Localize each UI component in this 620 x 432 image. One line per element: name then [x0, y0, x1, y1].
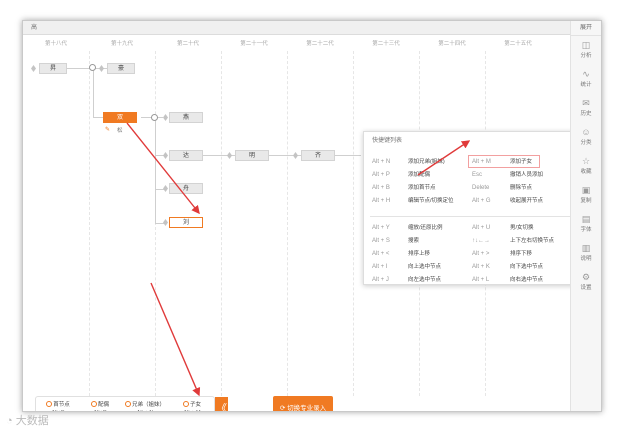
annotation-arrows [126, 122, 471, 397]
sidebar-item-label: 复制 [580, 198, 592, 204]
doc-icon: ▥ [581, 243, 591, 253]
sidebar-item-label: 历史 [580, 111, 592, 117]
image-icon: ▣ [581, 185, 591, 195]
watermark-text: 大数据 [15, 415, 49, 427]
table-icon: ▤ [581, 214, 591, 224]
chart-icon: ◫ [581, 40, 591, 50]
sidebar-item[interactable]: ✉ 历史 [571, 94, 601, 123]
sidebar-item-label: 分类 [580, 140, 592, 146]
sidebar-item-label: 分析 [580, 53, 592, 59]
star-icon: ☆ [581, 156, 591, 166]
window-title: 高 [31, 25, 38, 31]
sidebar-item[interactable]: ☺ 分类 [571, 123, 601, 152]
arrow-to-shortcut [417, 140, 471, 176]
person-icon: ☺ [581, 127, 591, 137]
sidebar-item[interactable]: ▥ 说明 [571, 239, 601, 268]
sidebar-item[interactable]: ☆ 收藏 [571, 152, 601, 181]
mail-icon: ✉ [582, 98, 590, 108]
gear-icon: ⚙ [581, 272, 591, 282]
sidebar-item[interactable]: ∿ 统计 [571, 65, 601, 94]
editor-window: 高 第十八代 第十九代 第二十代 第二十一代 第二十二代 第二十三代 第二十四代… [22, 20, 602, 412]
sidebar-item[interactable]: ◫ 分析 [571, 36, 601, 65]
sidebar-item-label: 统计 [580, 82, 592, 88]
sidebar-item[interactable]: ▤ 字体 [571, 210, 601, 239]
tree-canvas[interactable]: 第十八代 第十九代 第二十代 第二十一代 第二十二代 第二十三代 第二十四代 第… [23, 35, 601, 411]
trend-icon: ∿ [582, 69, 590, 79]
sidebar-item-label: 收藏 [580, 169, 592, 175]
expand-sidebar-button[interactable]: 展开 [571, 21, 601, 36]
logo-icon: ◔ [6, 415, 16, 427]
sidebar-item[interactable]: ⚙ 设置 [571, 268, 601, 297]
window-titlebar: 高 [23, 21, 571, 35]
sidebar-item-label: 设置 [580, 285, 592, 291]
sidebar-item[interactable]: ▣ 复制 [571, 181, 601, 210]
sidebar-item-label: 说明 [580, 256, 592, 262]
right-sidebar: 展开 ◫ 分析 ∿ 统计 ✉ 历史 ☺ 分类 ☆ 收藏 ▣ 复制 ▤ 字体 ▥ 说明 ⚙ 设置 [570, 21, 601, 411]
watermark: ◔ 大数据 [6, 412, 49, 428]
arrow-to-new-child [126, 122, 200, 215]
sidebar-item-label: 字体 [580, 227, 592, 233]
arrow-to-legend [150, 282, 201, 397]
